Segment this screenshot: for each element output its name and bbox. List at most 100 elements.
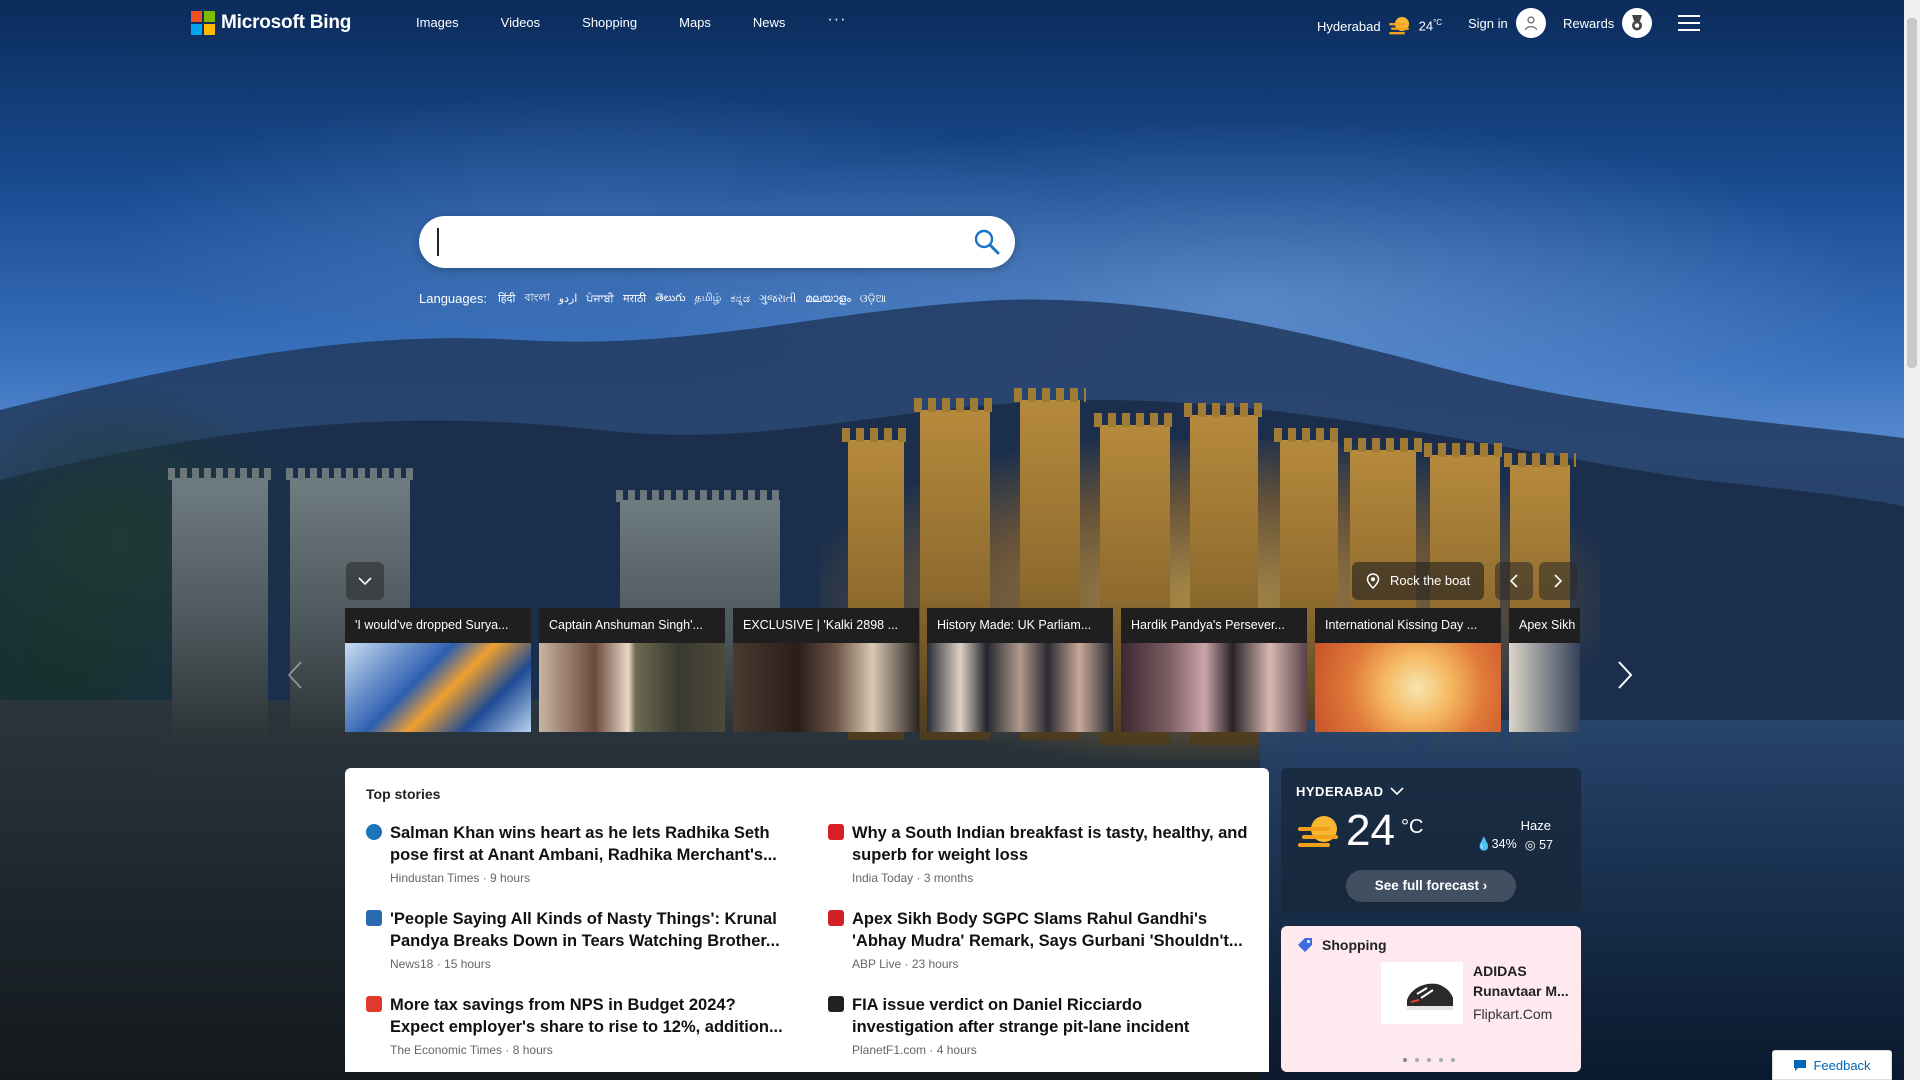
source-logo-icon — [366, 910, 382, 926]
search-input[interactable] — [437, 228, 937, 256]
weather-temperature: 24 — [1346, 806, 1395, 855]
user-avatar-icon — [1515, 8, 1546, 38]
news-card-title: Hardik Pandya's Persever... — [1121, 608, 1307, 643]
news-card-title: EXCLUSIVE | 'Kalki 2898 ... — [733, 608, 919, 643]
story-item[interactable]: FIA issue verdict on Daniel Ricciardo in… — [828, 994, 1248, 1057]
language-link[interactable]: বাংলা — [524, 289, 549, 308]
carousel-dots — [1403, 1058, 1455, 1062]
story-headline: 'People Saying All Kinds of Nasty Things… — [390, 910, 780, 950]
language-link[interactable]: ଓଡ଼ିଆ — [860, 292, 886, 306]
news-card[interactable]: 'I would've dropped Surya... — [345, 608, 531, 732]
sign-in-button[interactable]: Sign in — [1468, 8, 1546, 38]
rewards-button[interactable]: Rewards — [1563, 8, 1653, 38]
microsoft-logo-icon — [191, 11, 215, 35]
source-logo-icon — [366, 996, 382, 1012]
top-stories-heading: Top stories — [366, 786, 441, 802]
menu-hamburger-icon[interactable] — [1678, 15, 1700, 36]
product-title: ADIDAS Runavtaar M... — [1473, 963, 1569, 999]
bing-logo[interactable]: Microsoft Bing — [191, 11, 351, 35]
top-bar: Microsoft Bing Images Videos Shopping Ma… — [0, 0, 1920, 46]
price-tag-icon — [1298, 938, 1312, 952]
news-card[interactable]: Apex Sikh — [1509, 608, 1580, 732]
news-card[interactable]: EXCLUSIVE | 'Kalki 2898 ... — [733, 608, 919, 732]
weather-condition: Haze — [1520, 818, 1551, 833]
logo-text: Microsoft Bing — [221, 12, 352, 33]
scrollbar-thumb[interactable] — [1907, 18, 1917, 368]
feedback-button[interactable]: Feedback — [1772, 1050, 1892, 1080]
chevron-down-icon — [1389, 787, 1404, 796]
previous-image-button[interactable] — [1495, 562, 1533, 600]
story-headline: Apex Sikh Body SGPC Slams Rahul Gandhi's… — [852, 910, 1243, 950]
chevron-left-icon — [287, 661, 302, 689]
nav-shopping[interactable]: Shopping — [582, 15, 637, 30]
weather-card: HYDERABAD 24 °C Haze 💧34% ◎ 57 See full … — [1281, 768, 1581, 913]
news-card-title: International Kissing Day ... — [1315, 608, 1501, 643]
weather-city-dropdown[interactable]: HYDERABAD — [1296, 784, 1404, 799]
languages-bar: Languages: हिंदी বাংলা اردو ਪੰਜਾਬੀ मराठी… — [419, 289, 886, 308]
language-link[interactable]: मराठी — [623, 291, 646, 306]
story-headline: FIA issue verdict on Daniel Ricciardo in… — [852, 996, 1190, 1036]
language-link[interactable]: اردو — [559, 292, 578, 305]
nav-more-button[interactable]: ··· — [827, 12, 846, 30]
language-link[interactable]: ಕನ್ನಡ — [730, 292, 750, 306]
location-pin-icon — [1366, 573, 1380, 589]
nav-images[interactable]: Images — [416, 15, 459, 30]
language-link[interactable]: മലയാളം — [805, 292, 851, 306]
haze-sun-icon — [1298, 816, 1338, 847]
language-link[interactable]: ਪੰਜਾਬੀ — [586, 292, 614, 306]
air-quality: ◎ 57 — [1524, 838, 1553, 852]
story-headline: More tax savings from NPS in Budget 2024… — [390, 996, 783, 1036]
source-logo-icon — [366, 824, 382, 840]
news-card[interactable]: History Made: UK Parliam... — [927, 608, 1113, 732]
story-item[interactable]: Why a South Indian breakfast is tasty, h… — [828, 822, 1248, 885]
source-logo-icon — [828, 824, 844, 840]
news-card[interactable]: Hardik Pandya's Persever... — [1121, 608, 1307, 732]
story-item[interactable]: 'People Saying All Kinds of Nasty Things… — [366, 908, 786, 971]
news-card-image — [1121, 643, 1307, 732]
source-logo-icon — [828, 996, 844, 1012]
chevron-down-icon — [358, 577, 372, 586]
collapse-feed-button[interactable] — [346, 562, 384, 600]
product-store: Flipkart.Com — [1473, 1006, 1553, 1022]
news-card-title: Apex Sikh — [1509, 608, 1580, 643]
chevron-right-icon — [1618, 661, 1633, 689]
language-link[interactable]: ગુજરાતી — [759, 292, 796, 306]
header-city: Hyderabad — [1317, 18, 1381, 34]
feedback-label: Feedback — [1813, 1057, 1871, 1073]
language-link[interactable]: తెలుగు — [655, 291, 685, 307]
weather-city: HYDERABAD — [1296, 784, 1384, 799]
header-temp: 24°C — [1418, 18, 1443, 34]
nav-videos[interactable]: Videos — [501, 15, 541, 30]
carousel-prev-button[interactable] — [286, 660, 304, 695]
nav-maps[interactable]: Maps — [679, 15, 711, 30]
story-meta: India Today · 3 months — [852, 871, 974, 885]
carousel-next-button[interactable] — [1616, 660, 1634, 695]
news-card[interactable]: International Kissing Day ... — [1315, 608, 1501, 732]
story-item[interactable]: More tax savings from NPS in Budget 2024… — [366, 994, 786, 1057]
search-icon[interactable] — [973, 228, 1001, 256]
see-full-forecast-button[interactable]: See full forecast › — [1346, 870, 1516, 902]
news-card-image — [733, 643, 919, 732]
chevron-right-icon — [1554, 574, 1563, 588]
header-weather[interactable]: Hyderabad 24°C — [1317, 15, 1442, 37]
product-image — [1381, 962, 1463, 1024]
news-carousel: 'I would've dropped Surya... Captain Ans… — [345, 608, 1580, 732]
language-link[interactable]: தமிழ் — [695, 291, 722, 306]
source-logo-icon — [828, 910, 844, 926]
languages-label: Languages: — [419, 291, 487, 306]
droplet-icon: 💧 — [1476, 837, 1492, 851]
story-item[interactable]: Salman Khan wins heart as he lets Radhik… — [366, 822, 786, 885]
humidity: 💧34% — [1476, 837, 1517, 851]
story-meta: The Economic Times · 8 hours — [390, 1043, 553, 1057]
image-location-button[interactable]: Rock the boat — [1352, 562, 1485, 600]
story-item[interactable]: Apex Sikh Body SGPC Slams Rahul Gandhi's… — [828, 908, 1248, 971]
sign-in-label: Sign in — [1468, 15, 1508, 31]
news-card[interactable]: Captain Anshuman Singh'... — [539, 608, 725, 732]
shopping-card[interactable]: Shopping ADIDAS Runavtaar M... Flipkart.… — [1281, 926, 1581, 1072]
language-link[interactable]: हिंदी — [498, 291, 515, 306]
story-headline: Why a South Indian breakfast is tasty, h… — [852, 824, 1248, 864]
chevron-left-icon — [1509, 574, 1518, 588]
next-image-button[interactable] — [1539, 562, 1577, 600]
gate-tower — [168, 468, 272, 738]
nav-news[interactable]: News — [753, 15, 786, 30]
